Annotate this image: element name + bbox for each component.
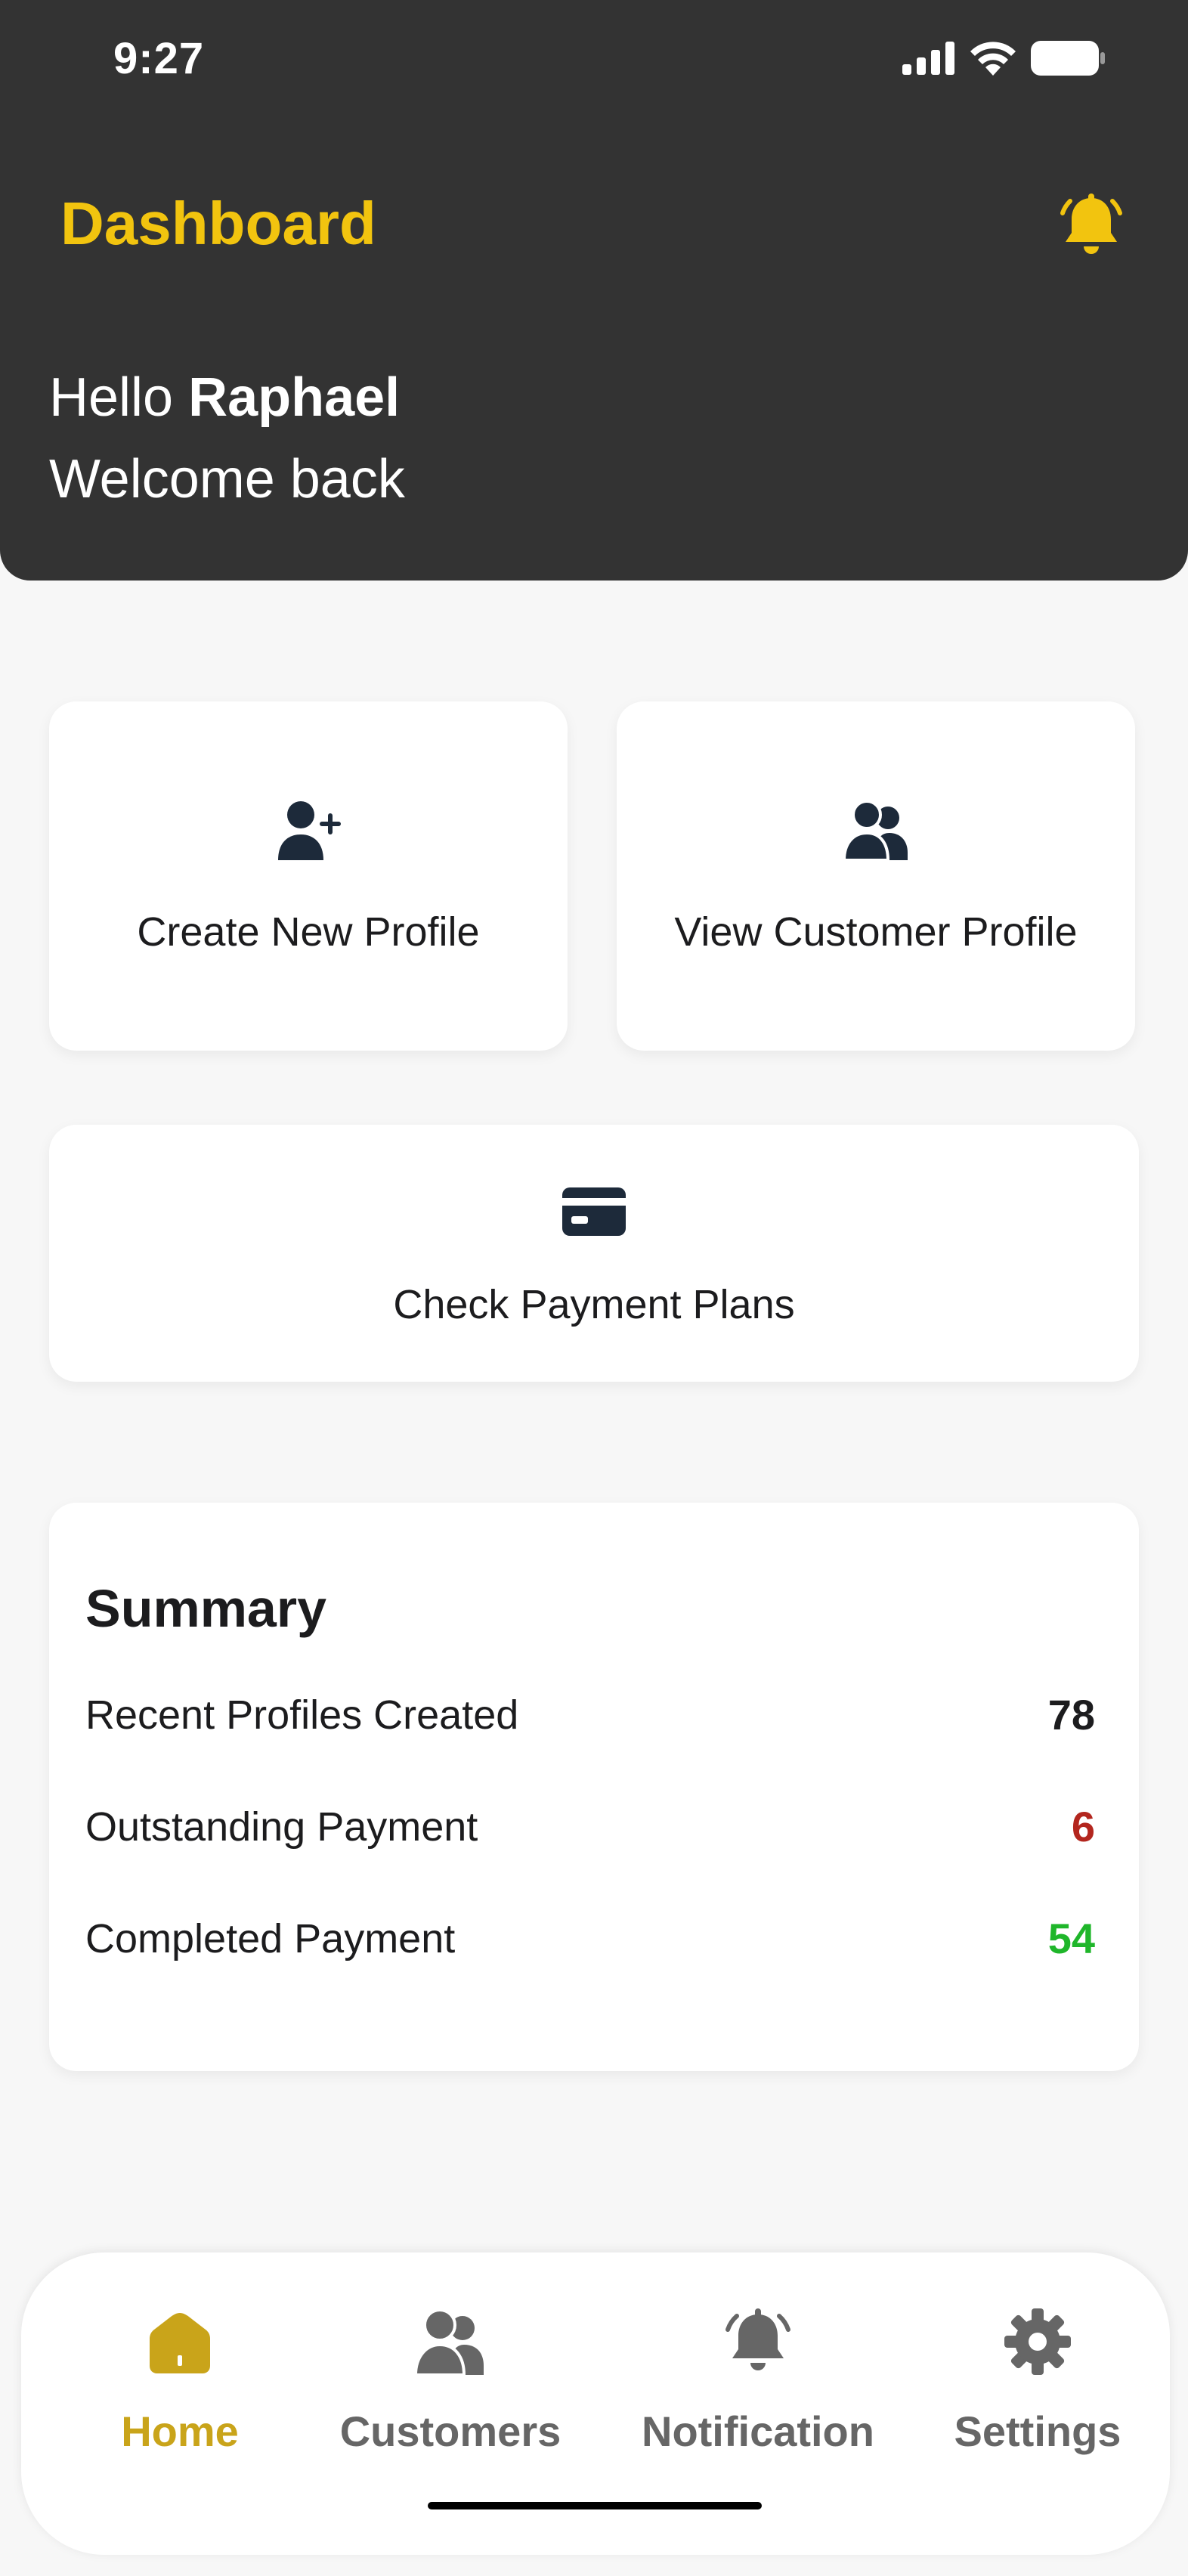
nav-label-customers: Customers <box>339 2407 562 2455</box>
nav-label-home: Home <box>121 2407 239 2455</box>
home-icon <box>150 2313 210 2373</box>
nav-item-notification[interactable]: Notification <box>618 2305 898 2456</box>
create-profile-card[interactable]: Create New Profile <box>49 701 568 1051</box>
nav-item-customers[interactable]: Customers <box>323 2305 577 2456</box>
welcome-text: Welcome back <box>49 449 405 509</box>
wifi-icon <box>970 42 1016 76</box>
view-customer-profile-card[interactable]: View Customer Profile <box>617 701 1135 1051</box>
summary-card: Summary <box>49 1503 1139 2071</box>
summary-value: 54 <box>1047 1915 1095 1962</box>
nav-item-home[interactable]: Home <box>76 2305 284 2456</box>
status-time: 9:27 <box>113 34 205 83</box>
credit-card-icon <box>562 1187 626 1236</box>
greeting: Hello Raphael Welcome back <box>49 357 405 520</box>
battery-icon <box>1031 41 1105 76</box>
nav-item-settings[interactable]: Settings <box>928 2305 1147 2456</box>
bell-icon[interactable] <box>1055 190 1128 263</box>
users-icon <box>414 2308 484 2376</box>
create-profile-label: Create New Profile <box>137 909 480 955</box>
nav-label-notification: Notification <box>642 2407 874 2455</box>
summary-label: Recent Profiles Created <box>85 1692 519 1738</box>
user-plus-icon <box>278 801 341 860</box>
summary-row-recent-profiles: Recent Profiles Created 78 <box>85 1690 1095 1739</box>
bell-icon <box>725 2308 790 2370</box>
page-title: Dashboard <box>60 190 376 257</box>
nav-label-settings: Settings <box>954 2407 1121 2455</box>
summary-value: 6 <box>1071 1803 1095 1850</box>
gear-icon <box>1004 2308 1071 2375</box>
check-payment-plans-label: Check Payment Plans <box>393 1282 795 1327</box>
user-name: Raphael <box>188 367 401 428</box>
signal-icon <box>902 42 954 75</box>
view-customer-profile-label: View Customer Profile <box>674 909 1078 955</box>
summary-label: Completed Payment <box>85 1915 456 1961</box>
summary-value: 78 <box>1047 1691 1095 1738</box>
users-icon <box>843 800 908 862</box>
greeting-prefix: Hello <box>49 367 189 428</box>
summary-row-outstanding-payment: Outstanding Payment 6 <box>85 1802 1095 1851</box>
summary-row-completed-payment: Completed Payment 54 <box>85 1914 1095 1963</box>
summary-title: Summary <box>85 1579 327 1638</box>
check-payment-plans-card[interactable]: Check Payment Plans <box>49 1125 1139 1382</box>
summary-label: Outstanding Payment <box>85 1804 478 1850</box>
bottom-nav: Home Customers Notification Settings <box>21 2252 1170 2555</box>
home-indicator <box>428 2502 762 2509</box>
status-icons <box>902 41 1105 76</box>
dashboard-header: 9:27 Dashboard Hello Raphael Welcome bac… <box>0 0 1188 581</box>
